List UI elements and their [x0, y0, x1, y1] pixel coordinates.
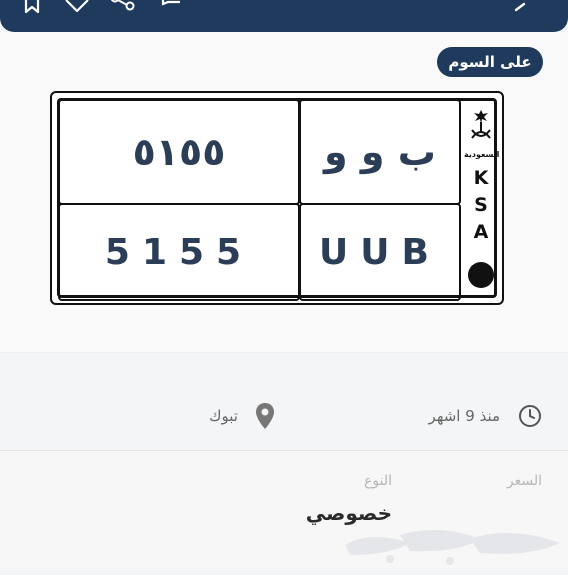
saudi-emblem-icon [469, 108, 493, 146]
heart-icon[interactable] [64, 0, 90, 15]
plate-ksa-letter-a: A [473, 221, 489, 243]
clock-icon [518, 404, 542, 432]
post-time: منذ 9 اشهر [428, 407, 500, 425]
price-badge: على السوم [437, 47, 543, 77]
plate-ksa-letter-s: S [474, 194, 488, 216]
price-label: السعر [506, 473, 542, 489]
location-pin-icon [255, 402, 275, 434]
plate-inner-frame: ٥١٥٥ ب و و 5155 UUB السعودية K S A [57, 98, 499, 301]
plate-latin-letters: UUB [299, 203, 461, 301]
back-arrow-icon[interactable] [510, 0, 530, 18]
plate-country-strip: السعودية K S A [464, 104, 500, 302]
share-icon[interactable] [110, 0, 138, 14]
chat-icon[interactable] [160, 0, 184, 12]
license-plate[interactable]: ٥١٥٥ ب و و 5155 UUB السعودية K S A [50, 91, 504, 305]
app-header [0, 0, 568, 32]
plate-latin-numbers: 5155 [58, 203, 300, 301]
plate-dot [468, 262, 494, 288]
plate-arabic-numbers: ٥١٥٥ [58, 99, 300, 205]
haraj-watermark-icon [345, 529, 560, 565]
divider [0, 352, 568, 353]
type-label: النوع [364, 473, 392, 489]
meta-row: منذ 9 اشهر تبوك [0, 380, 568, 452]
plate-country-word: السعودية [464, 150, 500, 159]
location-text[interactable]: تبوك [209, 407, 238, 425]
bookmark-icon[interactable] [20, 0, 44, 16]
plate-arabic-letters: ب و و [299, 99, 461, 205]
plate-ksa-letter-k: K [473, 167, 489, 189]
